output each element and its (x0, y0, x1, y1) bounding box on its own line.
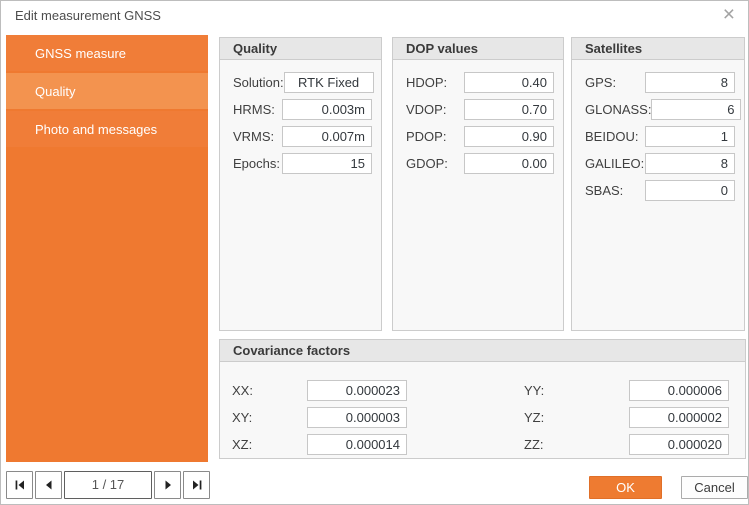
last-page-button[interactable] (183, 471, 210, 499)
sbas-input[interactable]: 0 (645, 180, 735, 201)
glonass-input[interactable]: 6 (651, 99, 741, 120)
xy-label: XY: (232, 410, 252, 425)
covariance-row: XY: 0.000003 YZ: 0.000002 (220, 407, 745, 428)
field-row: BEIDOU: 1 (585, 126, 735, 147)
covariance-row: XZ: 0.000014 ZZ: 0.000020 (220, 434, 745, 455)
epochs-input[interactable]: 15 (282, 153, 372, 174)
xx-input[interactable]: 0.000023 (307, 380, 407, 401)
xx-label: XX: (232, 383, 253, 398)
solution-input[interactable]: RTK Fixed (284, 72, 374, 93)
yz-input[interactable]: 0.000002 (629, 407, 729, 428)
pdop-label: PDOP: (406, 129, 464, 144)
satellites-panel: Satellites GPS: 8 GLONASS: 6 BEIDOU: 1 G… (571, 37, 745, 331)
galileo-input[interactable]: 8 (645, 153, 735, 174)
covariance-factors-panel: Covariance factors XX: 0.000023 YY: 0.00… (219, 339, 746, 459)
sidebar-item-quality[interactable]: Quality (6, 73, 208, 109)
quality-panel-title: Quality (220, 38, 381, 60)
field-row: Solution: RTK Fixed (233, 72, 372, 93)
cancel-button[interactable]: Cancel (681, 476, 748, 499)
sidebar-item-label: GNSS measure (35, 46, 126, 61)
sidebar-item-gnss-measure[interactable]: GNSS measure (6, 35, 208, 71)
covariance-panel-title: Covariance factors (220, 340, 745, 362)
zz-input[interactable]: 0.000020 (629, 434, 729, 455)
gps-input[interactable]: 8 (645, 72, 735, 93)
record-pager: 1 / 17 (6, 471, 210, 499)
sbas-label: SBAS: (585, 183, 645, 198)
quality-panel: Quality Solution: RTK Fixed HRMS: 0.003m… (219, 37, 382, 331)
covariance-row: XX: 0.000023 YY: 0.000006 (220, 380, 745, 401)
yy-input[interactable]: 0.000006 (629, 380, 729, 401)
last-page-icon (191, 479, 203, 491)
field-row: HDOP: 0.40 (406, 72, 554, 93)
satellites-panel-title: Satellites (572, 38, 744, 60)
xz-input[interactable]: 0.000014 (307, 434, 407, 455)
zz-label: ZZ: (524, 437, 544, 452)
sidebar-item-label: Photo and messages (35, 122, 157, 137)
epochs-label: Epochs: (233, 156, 282, 171)
ok-button[interactable]: OK (589, 476, 662, 499)
dop-panel-title: DOP values (393, 38, 563, 60)
dialog-title: Edit measurement GNSS (15, 8, 161, 23)
page-indicator[interactable]: 1 / 17 (64, 471, 152, 499)
hrms-input[interactable]: 0.003m (282, 99, 372, 120)
previous-page-button[interactable] (35, 471, 62, 499)
next-page-icon (162, 479, 174, 491)
field-row: HRMS: 0.003m (233, 99, 372, 120)
xz-label: XZ: (232, 437, 252, 452)
first-page-button[interactable] (6, 471, 33, 499)
field-row: VRMS: 0.007m (233, 126, 372, 147)
field-row: SBAS: 0 (585, 180, 735, 201)
yy-label: YY: (524, 383, 544, 398)
gps-label: GPS: (585, 75, 645, 90)
vrms-input[interactable]: 0.007m (282, 126, 372, 147)
vrms-label: VRMS: (233, 129, 282, 144)
field-row: VDOP: 0.70 (406, 99, 554, 120)
yz-label: YZ: (524, 410, 544, 425)
field-row: GPS: 8 (585, 72, 735, 93)
galileo-label: GALILEO: (585, 156, 645, 171)
dop-values-panel: DOP values HDOP: 0.40 VDOP: 0.70 PDOP: 0… (392, 37, 564, 331)
field-row: Epochs: 15 (233, 153, 372, 174)
field-row: GALILEO: 8 (585, 153, 735, 174)
close-icon[interactable]: × (723, 3, 735, 27)
sidebar: GNSS measure Quality Photo and messages (6, 35, 208, 462)
gdop-label: GDOP: (406, 156, 464, 171)
field-row: PDOP: 0.90 (406, 126, 554, 147)
gdop-input[interactable]: 0.00 (464, 153, 554, 174)
vdop-label: VDOP: (406, 102, 464, 117)
xy-input[interactable]: 0.000003 (307, 407, 407, 428)
next-page-button[interactable] (154, 471, 181, 499)
beidou-input[interactable]: 1 (645, 126, 735, 147)
beidou-label: BEIDOU: (585, 129, 645, 144)
hrms-label: HRMS: (233, 102, 282, 117)
glonass-label: GLONASS: (585, 102, 651, 117)
edit-measurement-gnss-dialog: Edit measurement GNSS × GNSS measure Qua… (0, 0, 749, 505)
previous-page-icon (43, 479, 55, 491)
pdop-input[interactable]: 0.90 (464, 126, 554, 147)
vdop-input[interactable]: 0.70 (464, 99, 554, 120)
hdop-label: HDOP: (406, 75, 464, 90)
sidebar-item-photo-and-messages[interactable]: Photo and messages (6, 111, 208, 147)
sidebar-item-label: Quality (35, 84, 75, 99)
solution-label: Solution: (233, 75, 284, 90)
first-page-icon (14, 479, 26, 491)
hdop-input[interactable]: 0.40 (464, 72, 554, 93)
field-row: GDOP: 0.00 (406, 153, 554, 174)
field-row: GLONASS: 6 (585, 99, 735, 120)
